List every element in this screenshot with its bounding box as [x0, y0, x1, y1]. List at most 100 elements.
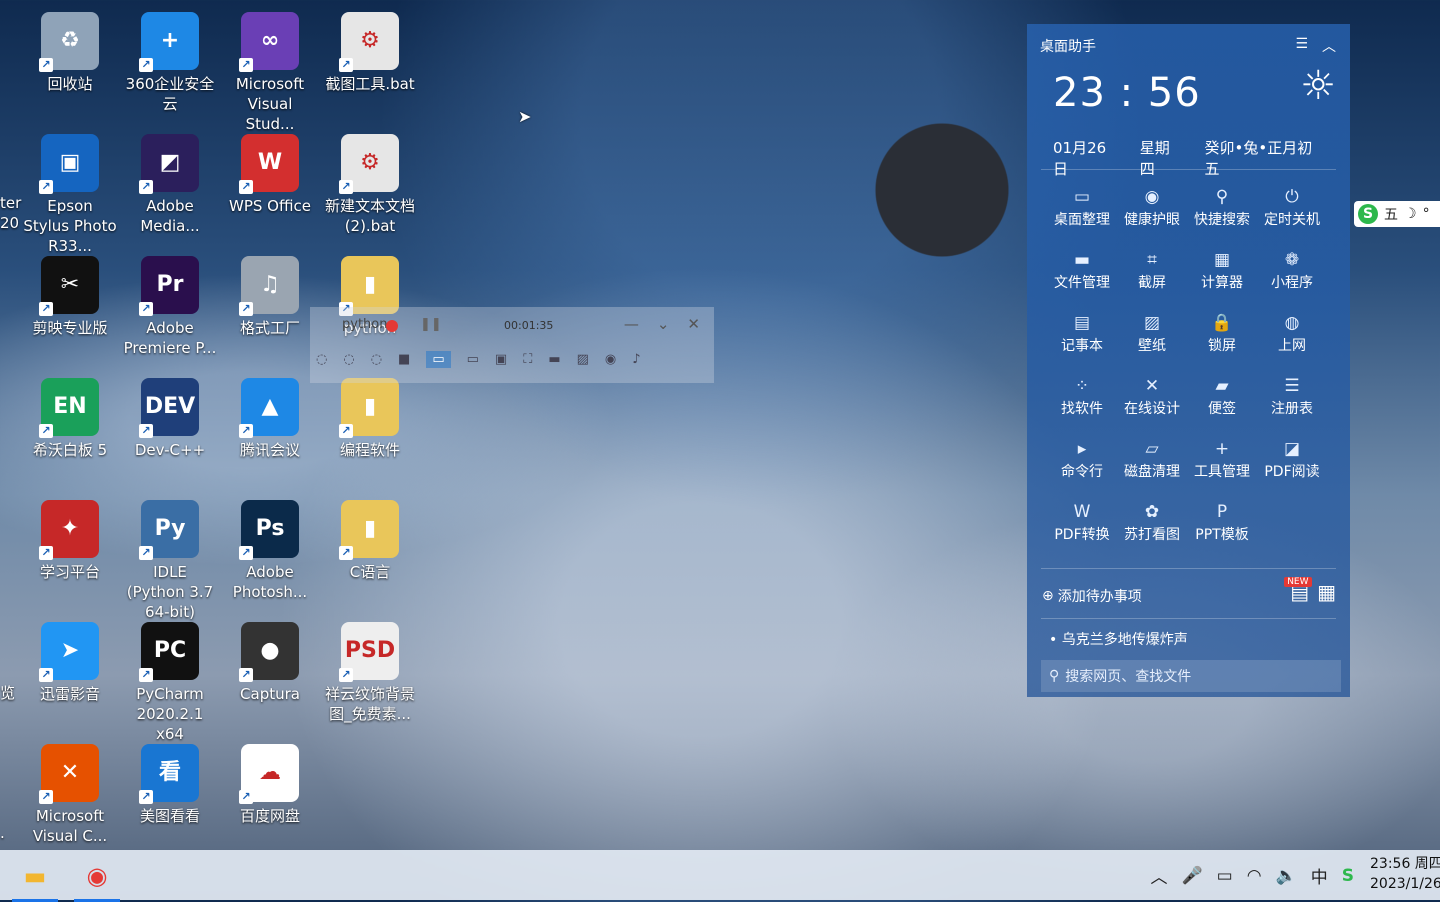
- desktop-icon[interactable]: ◩ ↗ Adobe Media...: [120, 126, 220, 236]
- helper-search-input[interactable]: ⚲ 搜索网页、查找文件: [1041, 660, 1341, 692]
- news-item[interactable]: • 乌克兰多地传爆炸声: [1049, 629, 1188, 649]
- desktop-icon[interactable]: ▣ ↗ Epson Stylus Photo R33...: [20, 126, 120, 256]
- helper-tool-button[interactable]: ▸ 命令行: [1047, 436, 1117, 488]
- desktop-icon[interactable]: 看 ↗ 美图看看: [120, 736, 220, 826]
- fullscreen-icon[interactable]: ⛶: [523, 352, 532, 367]
- desktop-icon[interactable]: ▮ ↗ 编程软件: [320, 370, 420, 460]
- search-placeholder: 搜索网页、查找文件: [1065, 669, 1192, 685]
- helper-tool-button[interactable]: ☰ 注册表: [1257, 373, 1327, 425]
- screen-recorder-toolbar[interactable]: python ❚❚ 00:01:35 — ⌄ ✕ ◌ ◌ ◌ ■ ▭ ▭ ▣ ⛶…: [310, 307, 714, 383]
- desktop-icon[interactable]: ● ↗ Captura: [220, 614, 320, 704]
- region-select-icon[interactable]: ▭: [426, 351, 451, 368]
- desktop-icon-label: 剪映专业版: [32, 319, 108, 337]
- collapse-icon[interactable]: ⌄: [657, 315, 670, 333]
- qr-code-icon[interactable]: ▦: [1317, 580, 1336, 604]
- pause-icon[interactable]: ❚❚: [420, 317, 442, 332]
- app-icon: ▣ ↗: [39, 134, 99, 194]
- tool-label: 健康护眼: [1124, 212, 1180, 228]
- add-todo-button[interactable]: ⊕ 添加待办事项: [1042, 586, 1142, 606]
- helper-tool-button[interactable]: ▨ 壁纸: [1117, 310, 1187, 362]
- battery-icon[interactable]: ▭: [1217, 866, 1233, 886]
- desktop-icon[interactable]: + ↗ 360企业安全云: [120, 4, 220, 114]
- helper-tool-button[interactable]: ▭ 桌面整理: [1047, 184, 1117, 236]
- desktop-icon[interactable]: ▲ ↗ 腾讯会议: [220, 370, 320, 460]
- desktop-icon[interactable]: ⚙ ↗ 新建文本文档(2).bat: [320, 126, 420, 236]
- chevron-up-icon[interactable]: ︿: [1322, 36, 1336, 56]
- redo-icon[interactable]: ◌: [343, 352, 354, 367]
- sogou-tray-icon[interactable]: S: [1342, 866, 1354, 886]
- helper-tool-button[interactable]: W PDF转换: [1047, 499, 1117, 551]
- desktop-icon[interactable]: ➤ ↗ 迅雷影音: [20, 614, 120, 704]
- minimize-icon[interactable]: —: [624, 315, 639, 333]
- helper-tool-button[interactable]: ▬ 文件管理: [1047, 247, 1117, 299]
- desktop-icon-label: 新建文本文档(2).bat: [324, 197, 415, 235]
- helper-tool-button[interactable]: ◍ 上网: [1257, 310, 1327, 362]
- search-icon: ⚲: [1049, 668, 1060, 684]
- camera-icon[interactable]: ■: [398, 352, 410, 367]
- desktop-icon-label: IDLE (Python 3.7 64-bit): [126, 563, 214, 621]
- desktop-icon[interactable]: ✕ ↗ Microsoft Visual C...: [20, 736, 120, 846]
- desktop-icon[interactable]: ⚙ ↗ 截图工具.bat: [320, 4, 420, 94]
- tool-icon: ▦: [1213, 250, 1231, 270]
- desktop-icon[interactable]: ∞ ↗ Microsoft Visual Stud...: [220, 4, 320, 134]
- desktop-icon[interactable]: DEV ↗ Dev-C++: [120, 370, 220, 460]
- desktop-icon[interactable]: W ↗ WPS Office: [220, 126, 320, 216]
- tool-icon: ▤: [1073, 313, 1091, 333]
- helper-tool-button[interactable]: ▱ 磁盘清理: [1117, 436, 1187, 488]
- helper-tool-button[interactable]: ⚲ 快捷搜索: [1187, 184, 1257, 236]
- webcam-icon[interactable]: ◉: [605, 352, 616, 367]
- desktop-icon[interactable]: Ps ↗ Adobe Photosh...: [220, 492, 320, 602]
- refresh-icon[interactable]: ◌: [371, 352, 382, 367]
- helper-tool-button[interactable]: ▦ 计算器: [1187, 247, 1257, 299]
- helper-tool-button[interactable]: + 工具管理: [1187, 436, 1257, 488]
- chevron-up-icon[interactable]: ︿: [1151, 863, 1168, 888]
- desktop-icon[interactable]: ▮ ↗ C语言: [320, 492, 420, 582]
- system-tray: ︿ 🎤 ▭ ◠ 🔈 中 S: [1151, 863, 1355, 889]
- ime-floating-bar[interactable]: S 五 ☽ °: [1354, 201, 1440, 227]
- microphone-icon[interactable]: ♪: [632, 352, 640, 367]
- desktop-icon[interactable]: ♫ ↗ 格式工厂: [220, 248, 320, 338]
- desktop-icon-label: Adobe Media...: [140, 197, 200, 235]
- helper-tool-button[interactable]: ⁘ 找软件: [1047, 373, 1117, 425]
- recorder-taskbar-button[interactable]: ◉: [72, 856, 122, 902]
- app-icon: Ps ↗: [239, 500, 299, 560]
- helper-tool-button[interactable]: ▤ 记事本: [1047, 310, 1117, 362]
- helper-tool-button[interactable]: ⏻ 定时关机: [1257, 184, 1327, 236]
- helper-tool-button[interactable]: ◪ PDF阅读: [1257, 436, 1327, 488]
- helper-tool-button[interactable]: ▰ 便签: [1187, 373, 1257, 425]
- file-explorer-taskbar-button[interactable]: ▬: [10, 856, 60, 902]
- window-icon[interactable]: ▣: [495, 352, 507, 367]
- ime-mode-label: 五: [1384, 207, 1398, 223]
- desktop-icon[interactable]: Py ↗ IDLE (Python 3.7 64-bit): [120, 492, 220, 622]
- close-icon[interactable]: ✕: [687, 315, 700, 333]
- helper-tool-button[interactable]: ❁ 小程序: [1257, 247, 1327, 299]
- helper-tool-button[interactable]: P PPT模板: [1187, 499, 1257, 551]
- desktop-icon[interactable]: ✂ ↗ 剪映专业版: [20, 248, 120, 338]
- helper-tool-button[interactable]: 🔒 锁屏: [1187, 310, 1257, 362]
- hamburger-icon[interactable]: ☰: [1295, 36, 1308, 56]
- desktop-icon[interactable]: ♻ ↗ 回收站: [20, 4, 120, 94]
- gamepad-icon[interactable]: ▬: [548, 352, 560, 367]
- desktop-icon[interactable]: ✦ ↗ 学习平台: [20, 492, 120, 582]
- desktop-icon[interactable]: PSD ↗ 祥云纹饰背景图_免费素...: [320, 614, 420, 724]
- volume-icon[interactable]: 🔈: [1276, 866, 1297, 886]
- tool-icon: ⏻: [1285, 187, 1299, 207]
- plus-circle-icon: ⊕: [1042, 588, 1054, 604]
- desktop-icon[interactable]: EN ↗ 希沃白板 5: [20, 370, 120, 460]
- taskbar-clock[interactable]: 23:56 周四 2023/1/26: [1370, 854, 1440, 894]
- desktop-icon[interactable]: PC ↗ PyCharm 2020.2.1 x64: [120, 614, 220, 744]
- helper-tool-button[interactable]: ⌗ 截屏: [1117, 247, 1187, 299]
- desktop-icon[interactable]: Pr ↗ Adobe Premiere P...: [120, 248, 220, 358]
- ime-indicator[interactable]: 中: [1311, 863, 1328, 888]
- todo-list-icon[interactable]: NEW ▤: [1284, 577, 1312, 604]
- helper-tool-button[interactable]: ✕ 在线设计: [1117, 373, 1187, 425]
- microphone-icon[interactable]: 🎤: [1182, 866, 1203, 886]
- wifi-icon[interactable]: ◠: [1247, 866, 1262, 886]
- monitor-icon[interactable]: ▭: [467, 352, 479, 367]
- helper-tool-button[interactable]: ◉ 健康护眼: [1117, 184, 1187, 236]
- image-icon[interactable]: ▨: [577, 352, 589, 367]
- desktop-icon[interactable]: ☁ ↗ 百度网盘: [220, 736, 320, 826]
- tool-label: PDF转换: [1054, 527, 1110, 543]
- helper-tool-button[interactable]: ✿ 苏打看图: [1117, 499, 1187, 551]
- undo-icon[interactable]: ◌: [316, 352, 327, 367]
